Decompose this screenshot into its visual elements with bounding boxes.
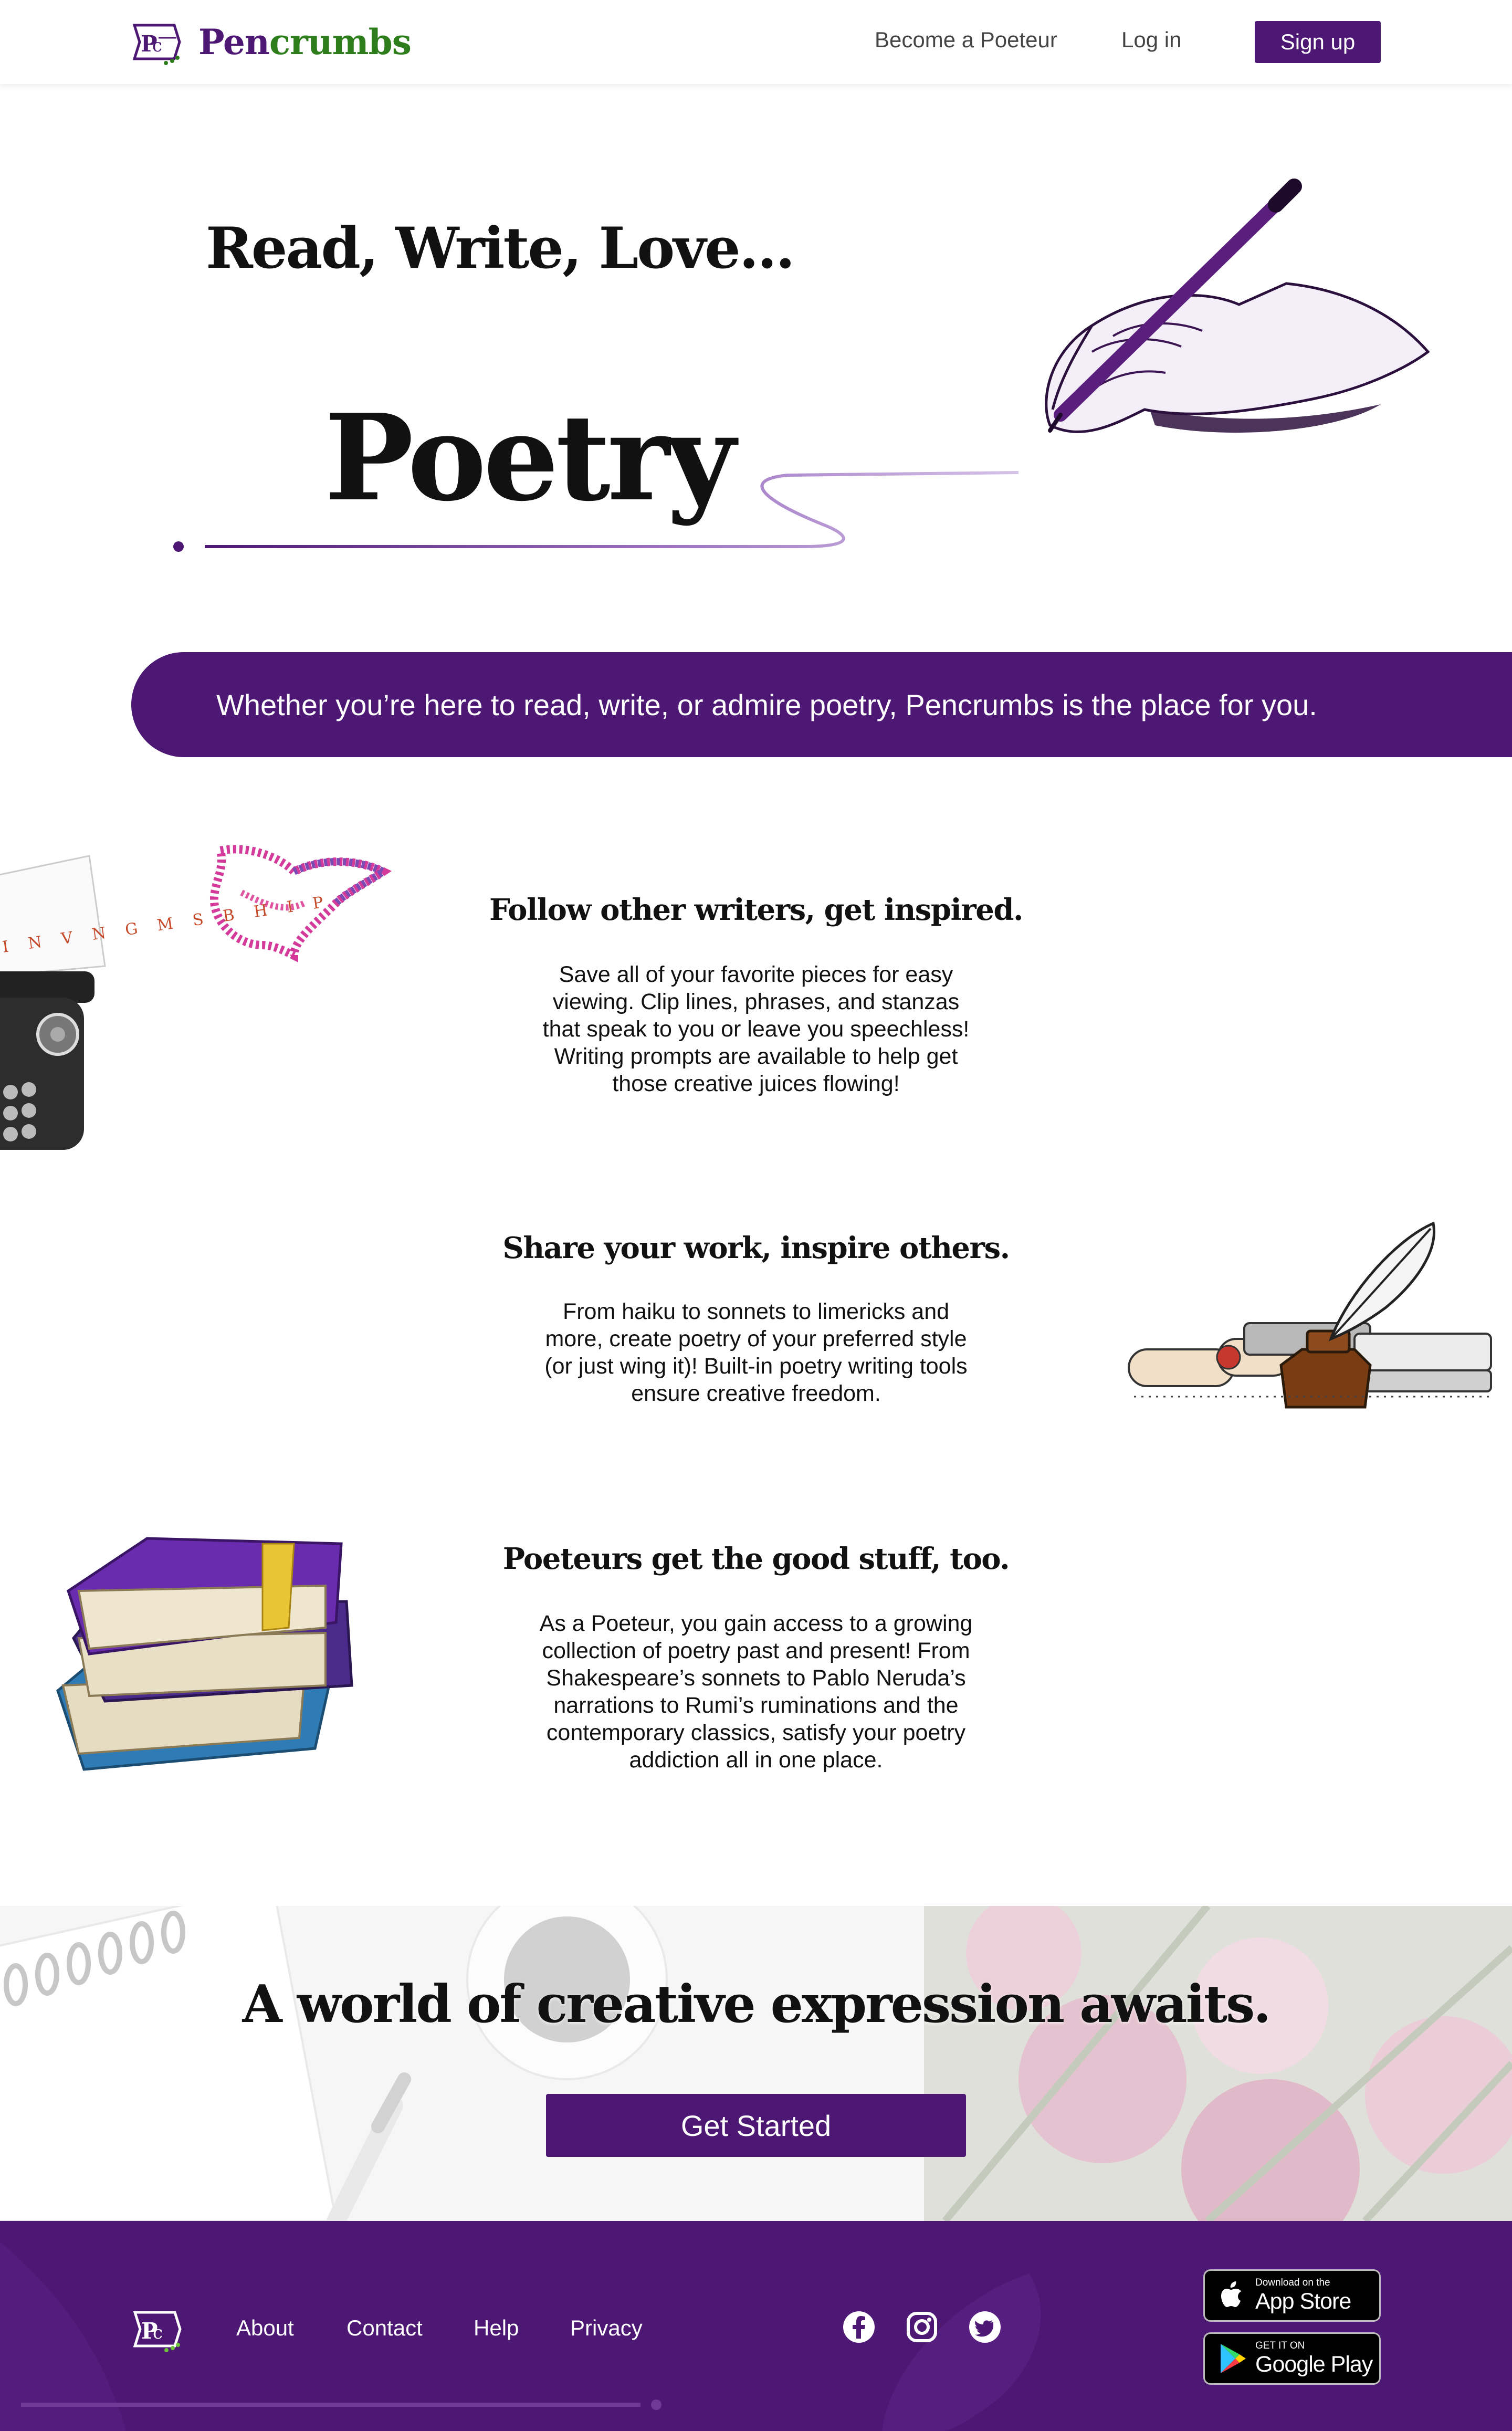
feature-title: Share your work, inspire others.	[502, 1231, 1010, 1265]
apple-icon	[1221, 2281, 1241, 2307]
feature-text: As a Poeteur, you gain access to a growi…	[539, 1611, 973, 1773]
google-play-small-label: GET IT ON	[1255, 2340, 1305, 2351]
signup-button[interactable]: Sign up	[1255, 21, 1381, 63]
facebook-icon[interactable]	[842, 2310, 876, 2344]
twitter-icon[interactable]	[968, 2310, 1002, 2344]
footer-logo-icon[interactable]: P c	[128, 2303, 186, 2355]
footer-link-privacy[interactable]: Privacy	[570, 2315, 643, 2341]
app-store-text: Download on the App Store	[1255, 2277, 1351, 2314]
hand-writing-pen-icon	[1045, 179, 1430, 433]
app-store-label: App Store	[1255, 2289, 1351, 2314]
pencrumbs-logo-icon: P c	[132, 24, 181, 65]
feature-title: Poeteurs get the good stuff, too.	[502, 1542, 1010, 1576]
typewriter-bird-illustration: I N V N G M S B H I P	[0, 845, 392, 1150]
footer-link-help[interactable]: Help	[474, 2315, 519, 2341]
google-play-icon	[1221, 2344, 1246, 2373]
footer-link-about[interactable]: About	[236, 2315, 294, 2341]
feature-text: Save all of your favorite pieces for eas…	[542, 962, 970, 1096]
top-nav: P c Pencrumbs Become a Poeteur Log in Si…	[0, 0, 1512, 84]
logo-text-pen: Pen	[198, 22, 270, 62]
logo-text: Pencrumbs	[198, 22, 412, 62]
google-play-button[interactable]: GET IT ON Google Play	[1203, 2332, 1381, 2385]
app-store-small-label: Download on the	[1255, 2277, 1330, 2288]
typewriter-icon	[0, 855, 106, 1150]
footer-background	[0, 2242, 1041, 2431]
intro-banner: Whether you’re here to read, write, or a…	[131, 652, 1512, 757]
books-stack-illustration	[56, 1537, 353, 1771]
get-started-button[interactable]: Get Started	[546, 2094, 966, 2157]
cta-background	[0, 1906, 1512, 2221]
quill-icon	[1328, 1221, 1435, 1342]
login-link[interactable]: Log in	[1121, 27, 1181, 53]
instagram-icon[interactable]	[905, 2310, 939, 2344]
google-play-label: Google Play	[1255, 2352, 1373, 2377]
google-play-text: GET IT ON Google Play	[1255, 2340, 1373, 2377]
svg-text:c: c	[153, 2322, 163, 2343]
footer: P c About Contact Help Privacy Download …	[0, 2221, 1512, 2431]
footer-link-contact[interactable]: Contact	[346, 2315, 423, 2341]
cta-title: A world of creative expression awaits.	[242, 1974, 1272, 2035]
feature-title: Follow other writers, get inspired.	[489, 893, 1024, 927]
hero-title: Poetry	[324, 389, 736, 528]
quill-inkwell-illustration	[1128, 1221, 1492, 1409]
app-store-button[interactable]: Download on the App Store	[1203, 2269, 1381, 2322]
hero-tagline: Read, Write, Love...	[206, 215, 795, 281]
logo[interactable]: P c Pencrumbs	[129, 16, 412, 68]
become-poeteur-link[interactable]: Become a Poeteur	[875, 27, 1057, 53]
logo-text-crumbs: crumbs	[269, 22, 412, 62]
cta-section: A world of creative expression awaits. G…	[0, 1906, 1512, 2221]
feature-text: From haiku to sonnets to limericks and m…	[544, 1299, 968, 1406]
